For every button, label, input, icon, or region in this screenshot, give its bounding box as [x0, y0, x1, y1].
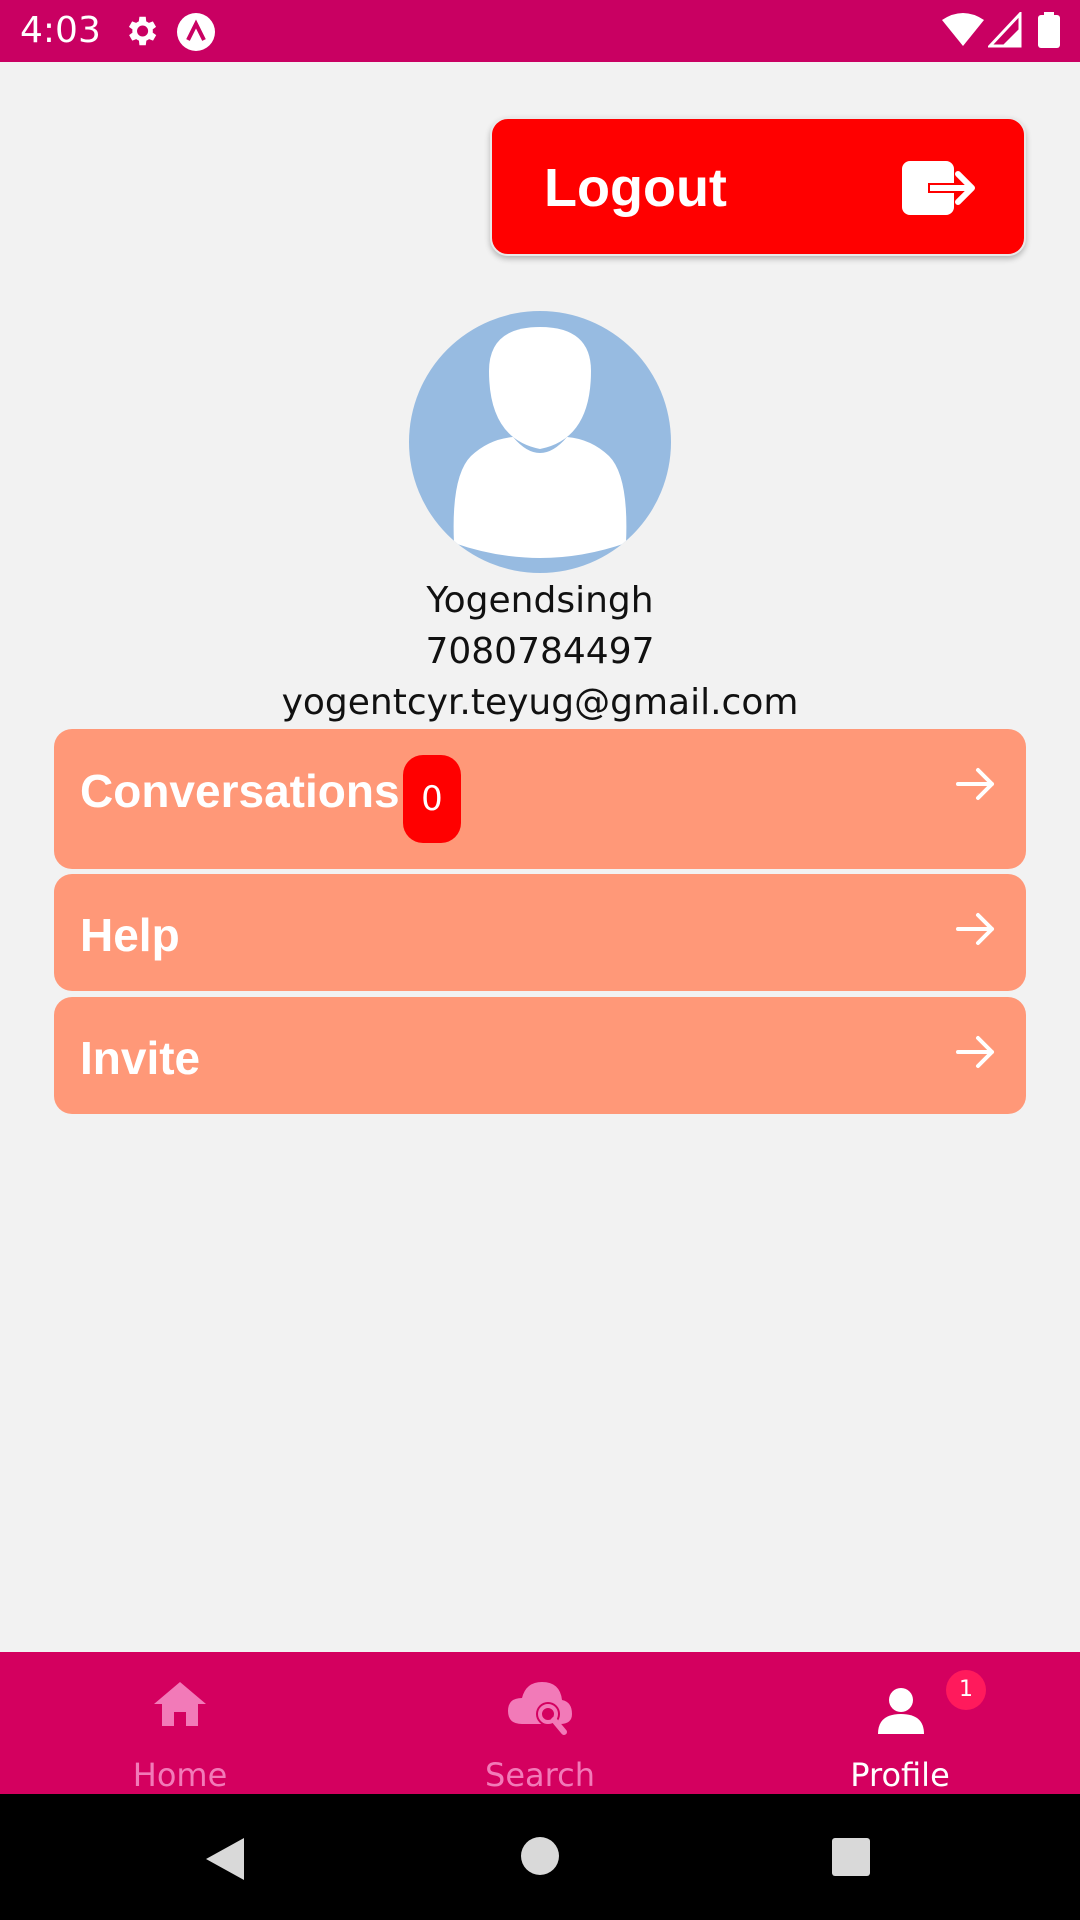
nav-item-profile[interactable]: 1 Profile [720, 1652, 1080, 1794]
recents-icon[interactable] [831, 1837, 871, 1882]
battery-icon [1038, 12, 1060, 53]
logout-button[interactable]: Logout [490, 117, 1026, 256]
back-icon[interactable] [204, 1836, 246, 1887]
menu-item-label: Invite [80, 1032, 201, 1084]
menu-item-conversations[interactable]: Conversations 0 [54, 729, 1026, 869]
arrow-right-icon [956, 767, 996, 806]
logout-label: Logout [544, 158, 727, 218]
nav-label: Profile [850, 1756, 950, 1794]
person-silhouette-icon [453, 327, 627, 558]
bottom-nav: Home Search 1 Profile [0, 1652, 1080, 1794]
status-bar: 4:03 [0, 0, 1080, 62]
nav-item-search[interactable]: Search [360, 1652, 720, 1794]
menu-item-invite[interactable]: Invite [54, 997, 1026, 1114]
menu-item-label: Help [80, 909, 180, 961]
status-time: 4:03 [20, 10, 101, 51]
conversations-count-badge: 0 [403, 755, 461, 843]
avatar [409, 311, 671, 573]
profile-phone: 7080784497 [425, 631, 655, 672]
wifi-icon [942, 12, 984, 53]
system-nav-bar [0, 1794, 1080, 1920]
home-icon [152, 1680, 208, 1733]
profile-name: Yogendsingh [426, 580, 654, 621]
logout-icon [900, 159, 978, 224]
app-notification-icon [176, 12, 216, 57]
nav-item-home[interactable]: Home [0, 1652, 360, 1794]
menu-item-label: Conversations [80, 765, 400, 817]
signal-icon [986, 10, 1022, 53]
arrow-right-icon [956, 912, 996, 951]
nav-label: Search [485, 1756, 595, 1794]
menu-item-help[interactable]: Help [54, 874, 1026, 991]
home-circle-icon[interactable] [520, 1836, 560, 1881]
person-icon [876, 1686, 926, 1741]
gear-icon [122, 12, 160, 55]
profile-email: yogentcyr.teyug@gmail.com [281, 682, 799, 723]
nav-label: Home [132, 1756, 228, 1794]
cloud-search-icon [508, 1678, 574, 1741]
profile-notification-badge: 1 [946, 1670, 986, 1710]
arrow-right-icon [956, 1035, 996, 1074]
